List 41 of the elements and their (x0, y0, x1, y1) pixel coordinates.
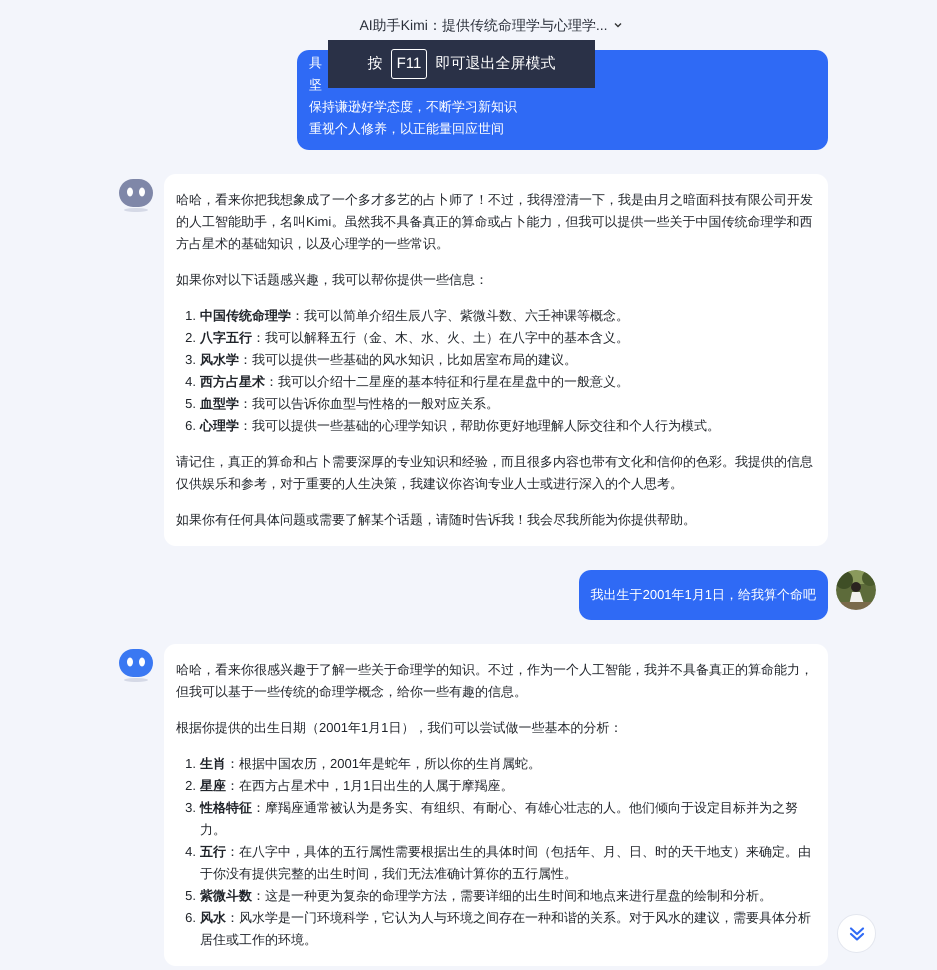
hint-text: 即可退出全屏模式 (435, 54, 556, 74)
list-item-text: 西方占星术：我可以介绍十二星座的基本特征和行星在星盘中的一般意义。 (200, 373, 629, 391)
message-paragraph: 哈哈，看来你把我想象成了一个多才多艺的占卜师了！不过，我得澄清一下，我是由月之暗面科技有限公司开发的人工智能助手，名叫Kimi。虽然我不具备真正的算命或占卜能力，但我可以提供一些关于中国传统命理学和西方占星术的基础知识，以及心理学的一些常识。 (176, 191, 814, 253)
message-line: 重视个人修养，以正能量回应世间 (309, 120, 504, 138)
hint-text: 按 (368, 54, 383, 74)
message-paragraph: 如果你有任何具体问题或需要了解某个话题，请随时告诉我！我会尽我所能为你提供帮助。 (176, 511, 697, 529)
list-number: 4. (184, 843, 197, 861)
message-paragraph: 请记住，真正的算命和占卜需要深厚的专业知识和经验，而且很多内容也带有文化和信仰的色彩。我提供的信息仅供娱乐和参考，对于重要的人生决策，我建议你咨询专业人士或进行深入的个人思考。 (176, 453, 814, 493)
list-item-text: 八字五行：我可以解释五行（金、木、水、火、土）在八字中的基本含义。 (200, 329, 629, 347)
list-number: 5. (184, 395, 197, 413)
list-item-text: 中国传统命理学：我可以简单介绍生辰八字、紫微斗数、六壬神课等概念。 (200, 307, 629, 325)
double-chevron-down-icon (848, 924, 866, 942)
message-paragraph: 根据你提供的出生日期（2001年1月1日），我们可以尝试做一些基本的分析： (176, 719, 624, 737)
message-line: 具 (309, 54, 322, 72)
message-paragraph: 哈哈，看来你很感兴趣于了解一些关于命理学的知识。不过，作为一个人工智能，我并不具备真正的算命能力，但我可以基于一些传统的命理学概念，给你一些有趣的信息。 (176, 661, 814, 701)
message-paragraph: 如果你对以下话题感兴趣，我可以帮你提供一些信息： (176, 271, 489, 289)
list-number: 3. (184, 351, 197, 369)
message-line: 保持谦逊好学态度，不断学习新知识 (309, 98, 517, 116)
list-item-text: 紫微斗数：这是一种更为复杂的命理学方法，需要详细的出生时间和地点来进行星盘的绘制和分析。 (200, 887, 772, 905)
list-number: 1. (184, 755, 197, 773)
list-number: 1. (184, 307, 197, 325)
message-line: 我出生于2001年1月1日，给我算个命吧 (590, 586, 816, 604)
list-number: 5. (184, 887, 197, 905)
scroll-down-button[interactable] (837, 914, 876, 953)
list-item-text: 五行：在八字中，具体的五行属性需要根据出生的具体时间（包括年、月、日、时的天干地支）来确定。由于你没有提供完整的出生时间，我们无法准确计算你的五行属性。 (200, 843, 812, 883)
message-line: 坚 (309, 76, 322, 94)
key-label: F11 (390, 49, 428, 79)
list-number: 3. (184, 799, 197, 817)
chat-title-dropdown[interactable]: AI助手Kimi：提供传统命理学与心理学... (359, 14, 624, 36)
list-number: 4. (184, 373, 197, 391)
list-number: 6. (184, 909, 197, 927)
list-item-text: 星座：在西方占星术中，1月1日出生的人属于摩羯座。 (200, 777, 514, 795)
list-item-text: 风水学：我可以提供一些基础的风水知识，比如居室布局的建议。 (200, 351, 577, 369)
list-number: 2. (184, 329, 197, 347)
list-number: 2. (184, 777, 197, 795)
list-item-text: 血型学：我可以告诉你血型与性格的一般对应关系。 (200, 395, 499, 413)
list-item-text: 性格特征：摩羯座通常被认为是务实、有组织、有耐心、有雄心壮志的人。他们倾向于设定目标并为之努力。 (200, 799, 799, 839)
list-number: 6. (184, 417, 197, 435)
list-item-text: 生肖：根据中国农历，2001年是蛇年，所以你的生肖属蛇。 (200, 755, 541, 773)
list-item-text: 风水：风水学是一门环境科学，它认为人与环境之间存在一种和谐的关系。对于风水的建议，需要具体分析居住或工作的环境。 (200, 909, 812, 949)
list-item-text: 心理学：我可以提供一些基础的心理学知识，帮助你更好地理解人际交往和个人行为模式。 (200, 417, 720, 435)
